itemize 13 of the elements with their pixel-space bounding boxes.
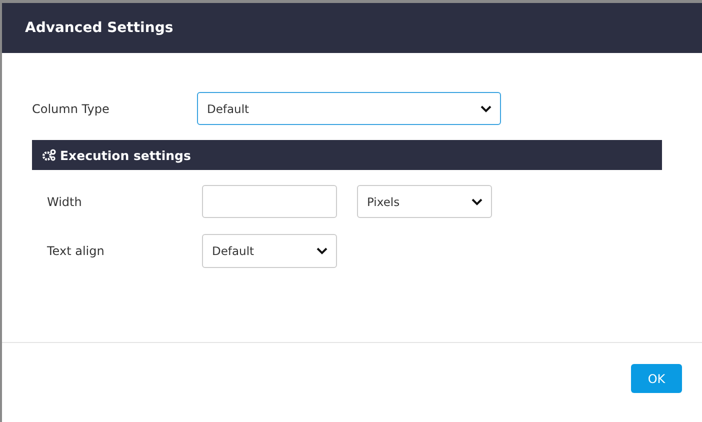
text-align-select[interactable]: Default [202, 234, 337, 268]
gears-icon [42, 149, 56, 161]
width-input[interactable] [202, 185, 337, 218]
chevron-down-icon [480, 104, 492, 112]
field-label: Column Type [32, 102, 110, 116]
chevron-down-icon [316, 247, 328, 255]
field-label: Width [47, 194, 83, 208]
chevron-down-icon [471, 198, 483, 206]
column-type-select[interactable]: Default [197, 92, 501, 125]
field-label: Text align [47, 244, 106, 258]
section-title: Execution settings [60, 148, 191, 162]
dialog-title: Advanced Settings [25, 20, 174, 36]
unit-select[interactable]: Pixels [357, 185, 492, 218]
